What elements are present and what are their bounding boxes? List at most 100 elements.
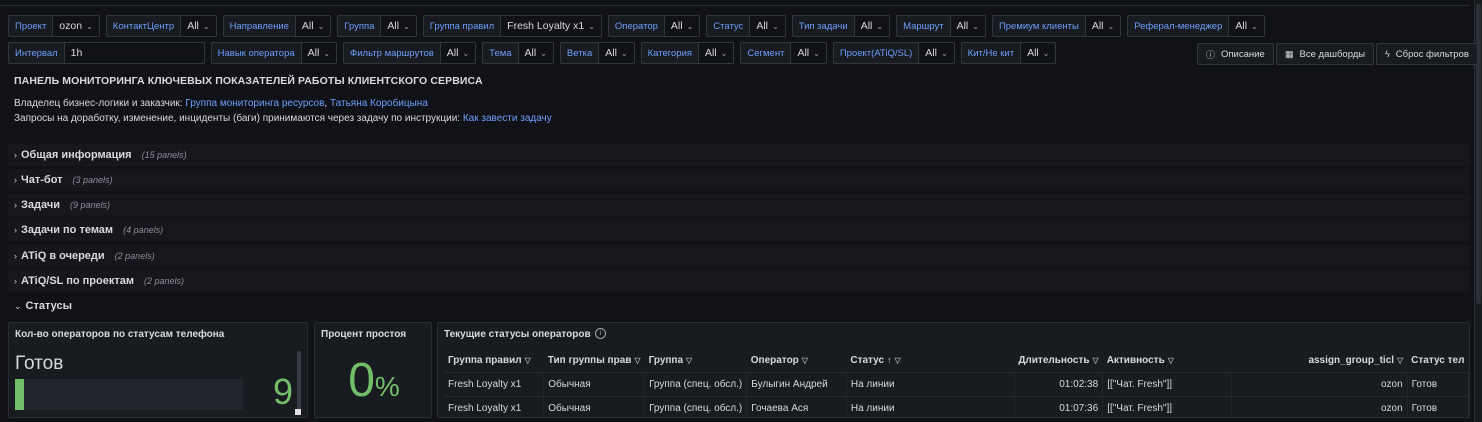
column-header[interactable]: Тип группы прав ▽ (543, 350, 645, 373)
variable-3: Группа All ⌄ (337, 15, 417, 37)
table-cell: Готов (1407, 396, 1469, 417)
table-cell: На линии (846, 396, 1015, 417)
variable-select[interactable]: All ⌄ (950, 15, 986, 37)
table-row: Fresh Loyalty x1 Обычная Группа (спец. обс… (444, 372, 1469, 397)
table-row: Fresh Loyalty x1 Обычная Группа (спец. обс… (444, 396, 1469, 417)
filter-icon[interactable]: ▽ (1397, 356, 1403, 365)
variable-select[interactable]: Fresh Loyalty x1 ⌄ (501, 15, 602, 37)
variable-value: All (1091, 20, 1104, 32)
bar-gauge-label: Готов (15, 353, 64, 374)
chevron-right-icon: › (14, 251, 17, 261)
filter-icon[interactable]: ▽ (1168, 356, 1174, 365)
variable-value: All (756, 20, 768, 32)
panel-current-operator-statuses: Текущие статусы операторов i Группа прав… (437, 322, 1470, 418)
variable-select[interactable]: All ⌄ (295, 15, 332, 37)
row-2[interactable]: › Задачи (9 panels) (8, 194, 1470, 216)
variable-select[interactable]: All ⌄ (1229, 15, 1265, 37)
variable-select[interactable]: ozon ⌄ (53, 15, 100, 37)
variable-value: All (446, 47, 459, 59)
info-icon[interactable]: i (595, 328, 606, 339)
table-cell: 01:07:36 (1014, 396, 1104, 417)
variable-select[interactable]: All ⌄ (440, 42, 477, 64)
variable-value: All (301, 20, 314, 32)
column-header[interactable]: Статус ↑ ▽ (846, 350, 1015, 373)
reset-filters-button[interactable]: ϟ Сброс фильтров (1376, 43, 1478, 65)
table-cell: Гочаева Ася (746, 396, 847, 417)
variable-select[interactable]: All ⌄ (791, 42, 827, 64)
stat-number: 0 (348, 354, 375, 407)
variable-select[interactable]: All ⌄ (181, 15, 217, 37)
variable-label: Маршрут (896, 15, 951, 37)
column-header[interactable]: Группа ▽ (644, 350, 747, 373)
row-title: ATiQ/SL по проектам (21, 275, 134, 287)
variable-row2-0: Навык оператора All ⌄ (210, 42, 338, 64)
column-header[interactable]: Группа правил ▽ (444, 350, 544, 373)
column-header[interactable]: Длительность ▽ (1014, 350, 1103, 373)
filter-icon[interactable]: ▽ (686, 356, 692, 365)
bar-gauge-fill (15, 379, 25, 410)
variable-row2-4: Категория All ⌄ (640, 42, 735, 64)
requests-link[interactable]: Как завести задачу (463, 113, 552, 124)
chevron-down-icon: ⌄ (202, 21, 210, 31)
panel-title: Текущие статусы операторов (444, 329, 591, 340)
chevron-right-icon: › (14, 150, 17, 160)
column-header[interactable]: Активность ▽ (1102, 350, 1232, 373)
variable-select[interactable]: All ⌄ (518, 42, 554, 64)
panel-scrollbar[interactable] (297, 351, 301, 411)
variable-row2-2: Тема All ⌄ (482, 42, 554, 64)
filter-icon[interactable]: ▽ (895, 356, 901, 365)
variable-row2-7: Кит/Не кит All ⌄ (960, 42, 1057, 64)
row-4[interactable]: › ATiQ в очереди (2 panels) (8, 245, 1470, 267)
row-1[interactable]: › Чат-бот (3 panels) (8, 169, 1470, 191)
variable-label: Тема (482, 42, 519, 64)
row-title: Статусы (25, 300, 73, 312)
filter-icon[interactable]: ▽ (634, 356, 640, 365)
filter-icon[interactable]: ▽ (525, 356, 531, 365)
column-title: Группа (648, 355, 684, 367)
chevron-right-icon: › (14, 175, 17, 185)
variable-label: Премиум клиенты (991, 15, 1086, 37)
row-5[interactable]: › ATiQ/SL по проектам (2 panels) (8, 270, 1470, 292)
variable-10: Реферал-менеджер All ⌄ (1127, 15, 1265, 37)
variable-select[interactable]: All ⌄ (699, 42, 735, 64)
info-circle-icon: ⓘ (1206, 49, 1216, 60)
variable-select[interactable]: All ⌄ (664, 15, 701, 37)
column-header[interactable]: Статус тел (1407, 350, 1469, 373)
row-0[interactable]: › Общая информация (15 panels) (8, 144, 1470, 166)
variable-select[interactable]: All ⌄ (301, 42, 338, 64)
row-panel-count: (3 panels) (72, 175, 113, 185)
bolt-icon: ϟ (1385, 49, 1390, 59)
variable-select[interactable]: All ⌄ (599, 42, 635, 64)
filter-icon[interactable]: ▽ (802, 356, 808, 365)
row-3[interactable]: › Задачи по темам (4 panels) (8, 219, 1470, 241)
variable-select[interactable]: All ⌄ (854, 15, 891, 37)
variable-label: Кит/Не кит (960, 42, 1022, 64)
column-header[interactable]: Оператор ▽ (746, 350, 847, 373)
owner-link-group[interactable]: Группа мониторинга ресурсов (185, 98, 324, 109)
sort-asc-icon[interactable]: ↑ (887, 355, 892, 365)
variable-row2-5: Сегмент All ⌄ (740, 42, 827, 64)
top-divider (0, 0, 1470, 6)
filter-icon[interactable]: ▽ (1093, 356, 1099, 365)
variable-label: Фильтр маршрутов (343, 42, 441, 64)
row-panel-count: (9 panels) (69, 200, 111, 210)
table-cell: Обычная (543, 372, 646, 397)
description-label: Описание (1221, 48, 1265, 60)
variable-select[interactable]: All ⌄ (919, 42, 955, 64)
variable-select[interactable]: All ⌄ (1085, 15, 1122, 37)
description-button[interactable]: ⓘ Описание (1197, 43, 1274, 65)
variable-select[interactable]: All ⌄ (1021, 42, 1057, 64)
variable-select[interactable]: All ⌄ (750, 15, 786, 37)
row-statuses[interactable]: ⌄ Статусы (8, 295, 1470, 317)
chevron-down-icon: ⌄ (86, 21, 93, 31)
table-cell: На линии (846, 372, 1015, 397)
variable-select[interactable]: All ⌄ (381, 15, 417, 37)
column-header[interactable]: assign_group_ticl ▽ (1231, 350, 1408, 373)
interval-input[interactable]: 1h (64, 42, 205, 64)
variable-7: Тип задачи All ⌄ (791, 15, 891, 37)
variable-5: Оператор All ⌄ (607, 15, 701, 37)
resize-handle[interactable] (295, 409, 301, 415)
owner-link-person[interactable]: Татьяна Коробицына (330, 98, 428, 109)
table-cell: 01:02:38 (1014, 372, 1104, 397)
all-dashboards-button[interactable]: ▦ Все дашборды (1276, 43, 1375, 65)
